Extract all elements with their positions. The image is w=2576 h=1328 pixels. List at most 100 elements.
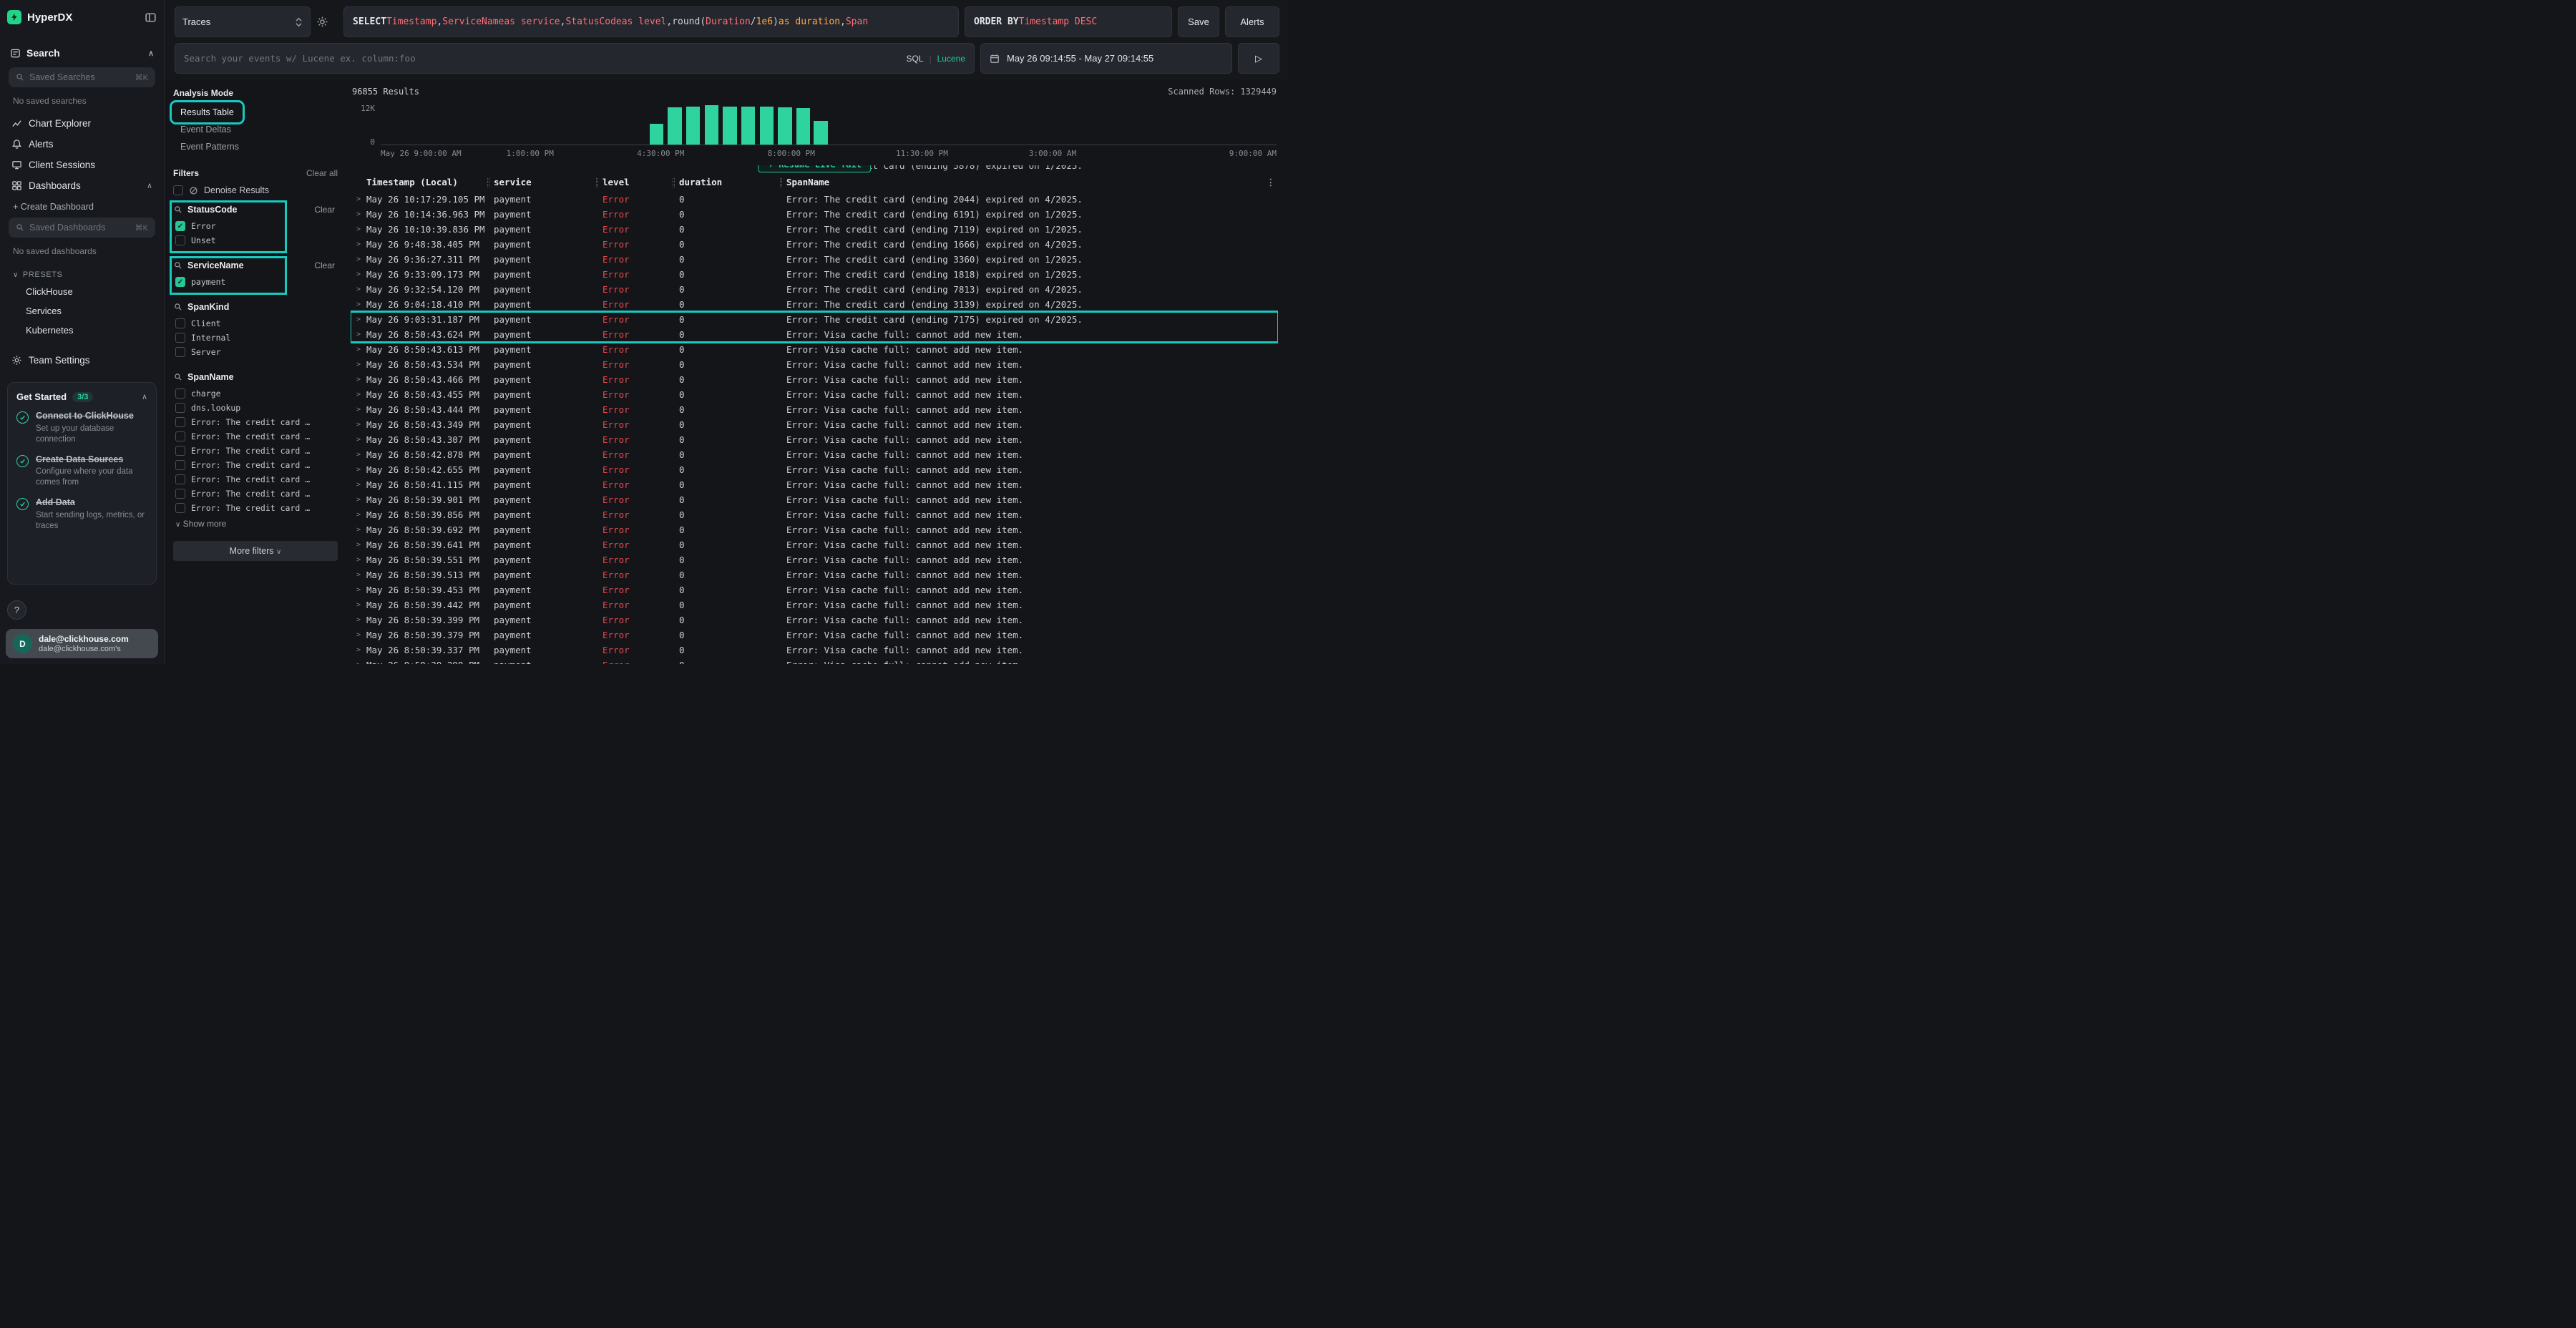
column-resize-handle[interactable] — [596, 178, 598, 187]
denoise-results-toggle[interactable]: Denoise Results — [173, 185, 338, 195]
source-select[interactable]: Traces — [175, 6, 311, 37]
filter-option[interactable]: Error: The credit card … — [174, 415, 335, 429]
table-row[interactable]: >May 26 9:03:31.187 PMpaymentError0Error… — [351, 312, 1278, 327]
table-row[interactable]: >May 26 8:50:43.349 PMpaymentError0Error… — [351, 417, 1278, 432]
column-resize-handle[interactable] — [780, 178, 782, 187]
run-query-button[interactable]: ▷ — [1238, 43, 1279, 74]
expand-row-chevron-icon[interactable]: > — [351, 612, 366, 628]
table-row[interactable]: >May 26 9:32:54.120 PMpaymentError0Error… — [351, 282, 1278, 297]
filter-option[interactable]: Error: The credit card … — [174, 487, 335, 501]
show-more-button[interactable]: ∨ Show more — [174, 515, 335, 529]
column-resize-handle[interactable] — [487, 178, 489, 187]
expand-row-chevron-icon[interactable]: > — [351, 462, 366, 477]
expand-row-chevron-icon[interactable]: > — [351, 312, 366, 327]
filter-option[interactable]: dns.lookup — [174, 401, 335, 415]
checkbox[interactable] — [175, 474, 185, 484]
clear-filter-button[interactable]: Clear — [314, 260, 335, 270]
sidebar-item-kubernetes[interactable]: Kubernetes — [7, 321, 157, 340]
checkbox[interactable] — [175, 347, 185, 357]
expand-row-chevron-icon[interactable]: > — [351, 342, 366, 357]
sidebar-item-clickhouse[interactable]: ClickHouse — [7, 282, 157, 301]
checkbox[interactable] — [175, 503, 185, 513]
table-row[interactable]: >May 26 8:50:43.444 PMpaymentError0Error… — [351, 402, 1278, 417]
source-settings-gear-icon[interactable] — [316, 6, 338, 37]
help-button[interactable]: ? — [7, 600, 26, 620]
analysis-mode-event-patterns[interactable]: Event Patterns — [173, 138, 246, 155]
table-row[interactable]: >May 26 8:50:39.298 PMpaymentError0Error… — [351, 658, 1278, 664]
table-row[interactable]: >May 26 8:50:39.337 PMpaymentError0Error… — [351, 643, 1278, 658]
filter-option[interactable]: Internal — [174, 331, 335, 345]
get-started-item[interactable]: Add DataStart sending logs, metrics, or … — [16, 497, 147, 532]
sql-mode-button[interactable]: SQL — [906, 54, 923, 64]
column-header-duration[interactable]: duration — [679, 173, 780, 192]
chevron-up-icon[interactable]: ∧ — [142, 392, 147, 401]
checkbox[interactable] — [175, 403, 185, 413]
sidebar-item-chart-explorer[interactable]: Chart Explorer — [7, 113, 157, 134]
checkbox[interactable] — [175, 446, 185, 456]
expand-row-chevron-icon[interactable]: > — [351, 507, 366, 522]
lucene-mode-button[interactable]: Lucene — [937, 54, 965, 64]
sidebar-section-search[interactable]: Search ∧ — [7, 43, 157, 63]
sidebar-item-client-sessions[interactable]: Client Sessions — [7, 155, 157, 175]
sidebar-item-alerts[interactable]: Alerts — [7, 134, 157, 155]
expand-row-chevron-icon[interactable]: > — [351, 447, 366, 462]
checkbox[interactable] — [173, 185, 183, 195]
table-row[interactable]: >May 26 9:48:38.405 PMpaymentError0Error… — [351, 237, 1278, 252]
table-row[interactable]: >May 26 9:33:09.173 PMpaymentError0Error… — [351, 267, 1278, 282]
presets-section[interactable]: ∨ PRESETS — [7, 263, 157, 282]
checkbox[interactable] — [175, 318, 185, 328]
table-row[interactable]: >May 26 8:50:39.513 PMpaymentError0Error… — [351, 567, 1278, 582]
checkbox-checked[interactable]: ✓ — [175, 277, 185, 287]
filter-option[interactable]: ✓payment — [174, 275, 280, 289]
saved-searches-input[interactable]: Saved Searches ⌘K — [9, 67, 155, 87]
table-row[interactable]: >May 26 8:50:39.551 PMpaymentError0Error… — [351, 552, 1278, 567]
filter-option[interactable]: Error: The credit card … — [174, 429, 335, 444]
expand-row-chevron-icon[interactable]: > — [351, 477, 366, 492]
expand-row-chevron-icon[interactable]: > — [351, 222, 366, 237]
table-row[interactable]: >May 26 8:50:43.613 PMpaymentError0Error… — [351, 342, 1278, 357]
get-started-item[interactable]: Create Data SourcesConfigure where your … — [16, 454, 147, 489]
table-options-kebab-icon[interactable]: ⋮ — [1264, 173, 1279, 192]
table-row[interactable]: >May 26 10:14:36.963 PMpaymentError0Erro… — [351, 207, 1278, 222]
column-header-timestamp[interactable]: Timestamp (Local) — [366, 173, 487, 192]
expand-row-chevron-icon[interactable]: > — [351, 643, 366, 658]
table-row[interactable]: >May 26 8:50:43.534 PMpaymentError0Error… — [351, 357, 1278, 372]
table-row[interactable]: >May 26 8:50:43.455 PMpaymentError0Error… — [351, 387, 1278, 402]
expand-row-chevron-icon[interactable]: > — [351, 267, 366, 282]
filter-option[interactable]: Unset — [174, 233, 280, 248]
filter-option[interactable]: Client — [174, 316, 335, 331]
sql-select-input[interactable]: SELECT Timestamp, ServiceName as service… — [343, 6, 959, 37]
alerts-button[interactable]: Alerts — [1225, 6, 1279, 37]
histogram-plot[interactable] — [381, 105, 1277, 145]
expand-row-chevron-icon[interactable]: > — [351, 658, 366, 664]
expand-row-chevron-icon[interactable]: > — [351, 537, 366, 552]
checkbox[interactable] — [175, 431, 185, 441]
date-range-picker[interactable]: May 26 09:14:55 - May 27 09:14:55 — [980, 43, 1232, 74]
expand-row-chevron-icon[interactable]: > — [351, 522, 366, 537]
table-row[interactable]: >May 26 8:50:39.641 PMpaymentError0Error… — [351, 537, 1278, 552]
expand-row-chevron-icon[interactable]: > — [351, 207, 366, 222]
table-row[interactable]: >May 26 10:10:39.836 PMpaymentError0Erro… — [351, 222, 1278, 237]
table-row[interactable]: >May 26 9:36:27.311 PMpaymentError0Error… — [351, 252, 1278, 267]
expand-row-chevron-icon[interactable]: > — [351, 582, 366, 597]
get-started-item[interactable]: Connect to ClickHouseSet up your databas… — [16, 411, 147, 445]
clear-all-filters-button[interactable]: Clear all — [306, 168, 338, 178]
column-header-level[interactable]: level — [602, 173, 673, 192]
analysis-mode-event-deltas[interactable]: Event Deltas — [173, 121, 238, 138]
checkbox[interactable] — [175, 389, 185, 399]
table-row[interactable]: >May 26 9:04:18.410 PMpaymentError0Error… — [351, 297, 1278, 312]
expand-row-chevron-icon[interactable]: > — [351, 492, 366, 507]
expand-row-chevron-icon[interactable]: > — [351, 417, 366, 432]
filter-option[interactable]: Error: The credit card … — [174, 458, 335, 472]
column-header-service[interactable]: service — [494, 173, 596, 192]
checkbox-checked[interactable]: ✓ — [175, 221, 185, 231]
expand-row-chevron-icon[interactable]: > — [351, 387, 366, 402]
filter-option[interactable]: charge — [174, 386, 335, 401]
checkbox[interactable] — [175, 333, 185, 343]
filter-option[interactable]: Error: The credit card … — [174, 501, 335, 515]
table-row[interactable]: >May 26 8:50:42.878 PMpaymentError0Error… — [351, 447, 1278, 462]
table-row[interactable]: >May 26 8:50:43.307 PMpaymentError0Error… — [351, 432, 1278, 447]
checkbox[interactable] — [175, 235, 185, 245]
expand-row-chevron-icon[interactable]: > — [351, 237, 366, 252]
expand-row-chevron-icon[interactable]: > — [351, 567, 366, 582]
